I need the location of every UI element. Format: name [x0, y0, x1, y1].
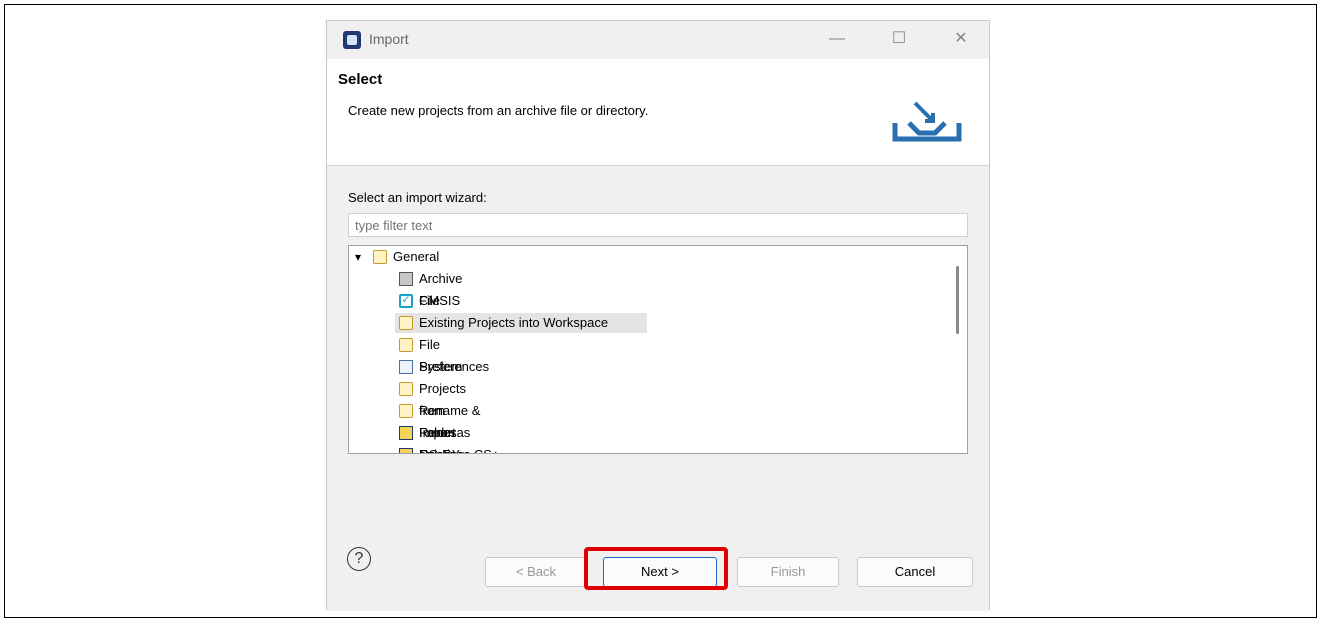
finish-button[interactable]: Finish: [737, 557, 839, 587]
project-folder-icon: [399, 404, 413, 418]
tree-item-label: Preferences: [419, 359, 490, 374]
folder-icon: [399, 382, 413, 396]
tree-item-label: Existing Projects into Workspace: [419, 315, 609, 330]
header-description: Create new projects from an archive file…: [348, 103, 649, 118]
chevron-down-icon[interactable]: ▾: [355, 246, 361, 268]
checkbox-icon: ✓: [399, 294, 413, 308]
maximize-icon[interactable]: ☐: [885, 27, 913, 51]
cancel-button[interactable]: Cancel: [857, 557, 973, 587]
project-folder-icon: [399, 316, 413, 330]
wizard-content: Select an import wizard: ▾ General Archi…: [327, 166, 989, 561]
folder-icon: [399, 338, 413, 352]
filter-input[interactable]: [348, 213, 968, 237]
header-title: Select: [338, 71, 383, 88]
app-icon: [343, 31, 361, 49]
wizard-label: Select an import wizard:: [348, 190, 487, 205]
renesas-folder-icon: [399, 426, 413, 440]
archive-icon: [399, 272, 413, 286]
close-icon[interactable]: ✕: [947, 27, 975, 51]
window-title: Import: [369, 31, 409, 47]
preferences-icon: [399, 360, 413, 374]
renesas-folder-icon: [399, 448, 413, 453]
tree-item-label: Renesas CS+ Project for CA78K0R/CA78K0: [419, 444, 529, 453]
scrollbar-thumb[interactable]: [956, 266, 959, 334]
tree-item-label: General: [393, 249, 440, 264]
help-icon[interactable]: ?: [347, 547, 371, 571]
wizard-header: Select Create new projects from an archi…: [327, 59, 989, 166]
folder-open-icon: [373, 250, 387, 264]
import-wizard-tree[interactable]: ▾ General Archive File ✓ CMSIS Pack Exis…: [348, 245, 968, 454]
back-button[interactable]: < Back: [485, 557, 587, 587]
import-dialog: Import — ☐ ✕ Select Create new projects …: [326, 20, 990, 611]
minimize-icon[interactable]: —: [823, 27, 851, 51]
import-wizard-icon: [892, 101, 962, 142]
title-bar: Import — ☐ ✕: [327, 21, 989, 59]
next-button-highlight: [584, 547, 728, 590]
tree-item-existing-projects[interactable]: Existing Projects into Workspace: [395, 312, 649, 334]
